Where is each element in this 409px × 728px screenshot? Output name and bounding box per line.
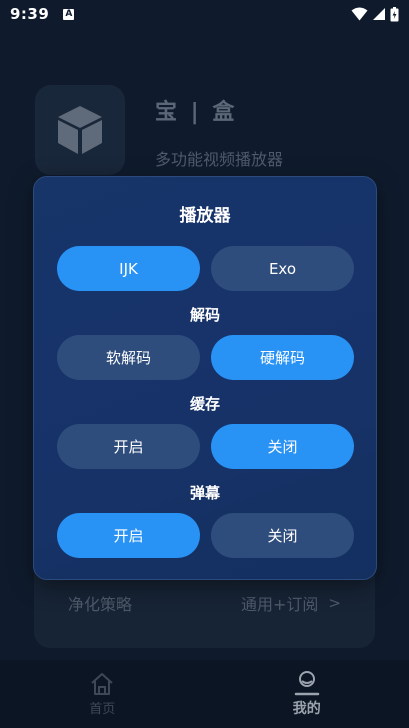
app-logo <box>35 85 125 175</box>
chevron-right-icon: > <box>328 594 341 612</box>
filter-strategy-label: 净化策略 <box>68 595 133 614</box>
hardware-decode-button[interactable]: 硬解码 <box>211 335 354 380</box>
nav-profile-label: 我的 <box>292 701 321 717</box>
cache-off-button[interactable]: 关闭 <box>211 424 354 469</box>
bottom-nav: 首页 我的 <box>0 660 409 728</box>
cube-icon <box>58 106 102 154</box>
profile-icon <box>294 671 319 696</box>
software-decode-button[interactable]: 软解码 <box>57 335 200 380</box>
danmaku-label: 弹幕 <box>189 484 220 502</box>
nav-home-label: 首页 <box>89 701 116 717</box>
status-icons <box>351 6 399 22</box>
app-title: 宝 | 盒 <box>155 100 238 125</box>
player-ijk-button[interactable]: IJK <box>57 246 200 291</box>
signal-icon <box>373 8 385 20</box>
wifi-icon <box>351 7 368 21</box>
app-subtitle: 多功能视频播放器 <box>155 150 284 169</box>
player-exo-button[interactable]: Exo <box>211 246 354 291</box>
danmaku-on-button[interactable]: 开启 <box>57 513 200 558</box>
home-icon <box>91 672 113 695</box>
filter-strategy-row[interactable]: 净化策略 通用+订阅 > <box>34 582 375 624</box>
nav-profile[interactable]: 我的 <box>205 660 409 728</box>
filter-strategy-value: 通用+订阅 <box>241 595 319 614</box>
notification-badge: A <box>63 8 75 20</box>
status-bar: 9:39 A <box>0 0 409 28</box>
nav-home[interactable]: 首页 <box>0 660 205 728</box>
dialog-title: 播放器 <box>179 206 231 226</box>
status-time: 9:39 <box>10 5 50 23</box>
cache-label: 缓存 <box>189 395 220 413</box>
player-settings-dialog: 播放器 IJK Exo 解码 软解码 硬解码 缓存 开启 关闭 弹幕 开启 关闭 <box>33 176 377 580</box>
cache-on-button[interactable]: 开启 <box>57 424 200 469</box>
danmaku-off-button[interactable]: 关闭 <box>211 513 354 558</box>
decoding-label: 解码 <box>189 306 220 324</box>
battery-icon <box>390 6 399 21</box>
